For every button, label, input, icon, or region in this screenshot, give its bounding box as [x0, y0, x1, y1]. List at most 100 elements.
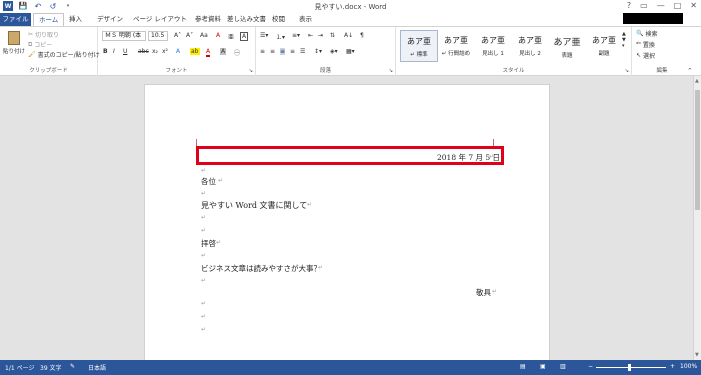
greeting-line[interactable]: 拝啓	[201, 238, 216, 249]
align-center-icon[interactable]: ≡	[270, 48, 275, 55]
grow-font-button[interactable]: A˄	[174, 32, 181, 39]
paste-button[interactable]: 貼り付け	[3, 31, 25, 55]
body-line[interactable]: ビジネス文章は読みやすさが大事？	[201, 263, 321, 274]
phonetic-guide-icon[interactable]: 亜	[228, 32, 234, 41]
text-effects-button[interactable]: A	[176, 48, 180, 55]
strikethrough-button[interactable]: abc	[138, 48, 149, 55]
distributed-icon[interactable]: ☰	[300, 48, 305, 55]
clear-formatting-button[interactable]: A	[216, 32, 220, 39]
language-indicator[interactable]: 日本語	[88, 363, 106, 372]
scroll-up-icon[interactable]: ▲	[695, 78, 699, 84]
zoom-out-button[interactable]: −	[588, 363, 593, 370]
tab-insert[interactable]: 挿入	[64, 13, 87, 26]
paragraph-dialog-launcher-icon[interactable]: ↘	[389, 68, 393, 74]
format-painter-button[interactable]: 🖌 書式のコピー/貼り付け	[28, 50, 100, 59]
italic-button[interactable]: I	[113, 48, 115, 55]
select-button[interactable]: ↖ 選択	[636, 51, 655, 60]
style-heading-2[interactable]: あア亜 見出し 2	[511, 30, 549, 62]
style-name: ↵ 標準	[410, 52, 428, 58]
margin-corner-mark	[196, 139, 197, 146]
select-label: 選択	[643, 53, 656, 60]
scrollbar-thumb[interactable]	[695, 90, 700, 210]
justify-icon[interactable]: ≡	[290, 48, 295, 55]
scroll-down-icon[interactable]: ▼	[695, 352, 699, 358]
user-account-area[interactable]	[623, 13, 683, 24]
print-layout-icon[interactable]: ▣	[540, 363, 546, 370]
styles-scroll-icon[interactable]: ▲ ▼ ▾	[622, 31, 626, 49]
styles-dialog-launcher-icon[interactable]: ↘	[625, 68, 629, 74]
read-mode-icon[interactable]: ▤	[520, 363, 526, 370]
addressee-line[interactable]: 各位	[201, 176, 216, 187]
tab-references[interactable]: 参考資料	[190, 13, 226, 26]
style-sample: あア亜	[553, 38, 581, 48]
style-normal[interactable]: あア亜 ↵ 標準	[400, 30, 438, 62]
zoom-in-button[interactable]: +	[670, 363, 675, 370]
zoom-slider-thumb[interactable]	[628, 364, 631, 371]
find-button[interactable]: 🔍 検索	[636, 29, 658, 38]
bold-button[interactable]: B	[103, 48, 108, 55]
tab-review[interactable]: 校閲	[267, 13, 290, 26]
tab-mailings[interactable]: 差し込み文書	[222, 13, 271, 26]
sort-button[interactable]: A↓	[344, 32, 353, 39]
page-count[interactable]: 1/1 ページ	[5, 363, 34, 372]
character-shading-button[interactable]: A	[220, 48, 227, 55]
paragraph-mark: ↵	[201, 300, 207, 307]
change-case-button[interactable]: Aa	[200, 32, 208, 39]
multilevel-list-icon[interactable]: ≡▾	[292, 32, 300, 39]
numbering-icon[interactable]: ⒈▾	[276, 32, 285, 41]
ribbon-display-icon[interactable]: ▭	[640, 1, 648, 10]
style-title[interactable]: あア亜 表題	[548, 30, 586, 62]
highlight-button[interactable]: ab	[190, 48, 200, 55]
paragraph-mark: ↵	[216, 239, 222, 246]
decrease-indent-icon[interactable]: ⇤	[308, 32, 313, 39]
shading-icon[interactable]: ◈▾	[330, 48, 338, 55]
maximize-button[interactable]: □	[674, 1, 682, 10]
style-sample: あア亜	[592, 36, 616, 45]
minimize-button[interactable]: —	[657, 1, 665, 10]
text-direction-icon[interactable]: ⇅	[330, 32, 335, 39]
tab-view[interactable]: 表示	[294, 13, 317, 26]
word-count[interactable]: 39 文字	[40, 363, 62, 372]
web-layout-icon[interactable]: ▥	[560, 363, 566, 370]
character-border-icon[interactable]: A	[240, 32, 249, 41]
style-subtitle[interactable]: あア亜 副題	[585, 30, 623, 62]
tab-page-layout[interactable]: ページ レイアウト	[128, 13, 192, 26]
paragraph-mark: ↵	[218, 177, 224, 184]
font-size-field[interactable]: 10.5	[148, 31, 168, 41]
font-name-field[interactable]: ＭＳ 明朝 (本	[102, 31, 146, 41]
vertical-scrollbar[interactable]: ▲ ▼	[693, 76, 701, 360]
align-left-icon[interactable]: ≡	[260, 48, 265, 55]
paragraph-mark: ↵	[201, 190, 207, 197]
proofing-icon[interactable]: ✎	[70, 363, 75, 370]
replace-button[interactable]: ᵃᵇ 置換	[636, 40, 655, 49]
font-color-button[interactable]: A	[206, 48, 211, 57]
collapse-ribbon-icon[interactable]: ^	[688, 68, 692, 74]
font-dialog-launcher-icon[interactable]: ↘	[249, 68, 253, 74]
increase-indent-icon[interactable]: ⇥	[318, 32, 323, 39]
superscript-button[interactable]: x²	[162, 48, 168, 55]
shrink-font-button[interactable]: A˅	[186, 32, 193, 39]
style-heading-1[interactable]: あア亜 見出し 1	[474, 30, 512, 62]
subject-line[interactable]: 見やすい Word 文書に関して	[201, 200, 307, 211]
tab-home[interactable]: ホーム	[33, 13, 65, 27]
zoom-slider-track[interactable]	[596, 367, 666, 368]
style-no-spacing[interactable]: あア亜 ↵ 行間詰め	[437, 30, 475, 62]
enclose-characters-icon[interactable]: ㊀	[234, 48, 240, 57]
copy-button[interactable]: ⧉ コピー	[28, 40, 52, 50]
align-right-icon[interactable]: ≡	[280, 48, 286, 55]
zoom-level[interactable]: 100%	[680, 363, 697, 370]
borders-icon[interactable]: ▦▾	[346, 48, 355, 55]
subscript-button[interactable]: x₂	[152, 48, 158, 55]
help-button[interactable]: ?	[627, 1, 631, 10]
cut-button[interactable]: ✂ 切り取り	[28, 30, 59, 39]
close-button[interactable]: ✕	[690, 1, 697, 10]
line-spacing-icon[interactable]: ↕▾	[314, 48, 322, 55]
clipboard-icon	[8, 31, 20, 45]
closing-line[interactable]: 敬具	[476, 287, 491, 298]
underline-button[interactable]: U	[123, 48, 127, 55]
tab-design[interactable]: デザイン	[92, 13, 128, 26]
paste-label: 貼り付け	[3, 49, 26, 55]
show-marks-button[interactable]: ¶	[360, 32, 364, 39]
bullets-icon[interactable]: ☰▾	[260, 32, 268, 39]
tab-file[interactable]: ファイル	[0, 13, 31, 26]
